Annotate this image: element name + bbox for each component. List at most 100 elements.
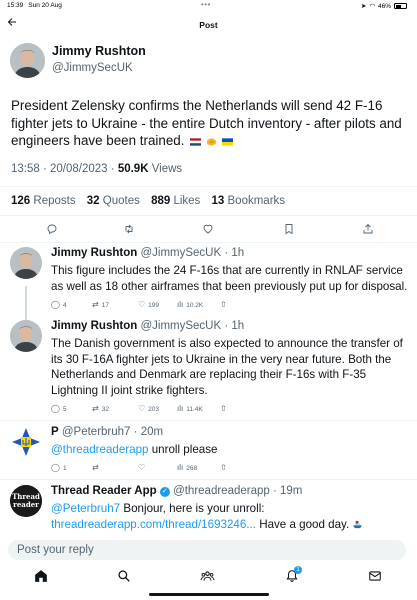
nav-messages[interactable] — [368, 569, 384, 585]
reposts-stat[interactable]: 126 Reposts — [11, 195, 80, 207]
reply-age: 19m — [280, 485, 303, 497]
reply-body-2: Have a good day. — [255, 517, 350, 531]
reply-author-name[interactable]: P — [51, 426, 59, 438]
comment-icon — [47, 224, 57, 235]
reply-item[interactable]: Jimmy Rushton @JimmySecUK · 1h The Danis… — [0, 320, 417, 416]
author-name[interactable]: Jimmy Rushton — [52, 44, 146, 58]
reply-repost-button[interactable]: ⇄ 17 — [92, 300, 109, 309]
multitasking-dots[interactable]: ••• — [201, 0, 211, 9]
reply-age: 20m — [140, 426, 164, 438]
reply-age: 1h — [231, 247, 245, 259]
top-header: Post — [0, 14, 417, 36]
author-handle[interactable]: @JimmySecUK — [52, 62, 133, 74]
reply-comment-button[interactable]: ◯ 5 — [51, 404, 67, 413]
divider — [0, 186, 417, 187]
heart-icon: ♡ — [138, 404, 146, 413]
reply-author-name[interactable]: Jimmy Rushton — [51, 247, 137, 259]
status-time: 15:39 — [7, 2, 24, 9]
search-icon — [118, 570, 130, 582]
mention-link[interactable]: @threadreaderapp — [51, 443, 149, 456]
nav-home[interactable] — [34, 569, 50, 585]
heart-icon: ♡ — [138, 300, 146, 309]
share-button[interactable] — [362, 223, 374, 238]
reply-like-button[interactable]: ♡ 203 — [138, 404, 159, 413]
home-indicator[interactable] — [149, 593, 269, 596]
reply-author-name[interactable]: Jimmy Rushton — [51, 320, 137, 332]
battery-percent: 46% — [377, 2, 391, 10]
reply-share-button[interactable]: ⇧ — [220, 404, 230, 413]
nav-communities[interactable] — [200, 569, 216, 585]
repost-icon: ⇄ — [92, 404, 99, 413]
reply-share-button[interactable]: ⇧ — [220, 300, 230, 309]
home-icon — [35, 570, 47, 582]
reply-actions: ◯ 1 ⇄ ♡ ılı 268 ⇧ — [51, 463, 351, 473]
reply-button[interactable] — [46, 223, 58, 238]
reply-composer[interactable] — [8, 540, 406, 560]
reply-avatar[interactable] — [10, 426, 42, 458]
reply-input[interactable] — [8, 540, 406, 560]
reply-comment-button[interactable]: ◯ 1 — [51, 463, 67, 472]
battery-icon — [394, 3, 407, 9]
notification-badge: 1 — [294, 566, 302, 574]
reply-views-button[interactable]: ılı 10.2K — [177, 300, 203, 309]
reply-like-button[interactable]: ♡ — [138, 463, 148, 472]
views-label: Views — [151, 163, 183, 175]
repost-icon — [125, 224, 133, 234]
quotes-stat[interactable]: 32 Quotes — [87, 195, 144, 207]
nav-search[interactable] — [117, 569, 133, 585]
views-icon: ılı — [177, 300, 184, 309]
reply-author-handle[interactable]: @JimmySecUK — [140, 247, 221, 259]
reply-share-button[interactable]: ⇧ — [220, 463, 230, 472]
netherlands-flag-icon — [190, 138, 202, 147]
reply-body: unroll please — [148, 443, 218, 456]
likes-stat[interactable]: 889 Likes — [151, 195, 204, 207]
divider — [0, 479, 417, 480]
reply-item[interactable]: P @Peterbruh7 · 20m @threadreaderapp unr… — [0, 426, 417, 476]
mention-link[interactable]: @Peterbruh7 — [51, 502, 120, 515]
reply-text: @Peterbruh7 Bonjour, here is your unroll… — [51, 501, 409, 532]
bottom-nav: 1 — [0, 566, 417, 588]
reply-views-button[interactable]: ılı 268 — [177, 463, 197, 472]
nav-notifications[interactable]: 1 — [285, 566, 302, 585]
like-button[interactable] — [202, 223, 214, 238]
reply-header: Jimmy Rushton @JimmySecUK · 1h — [51, 320, 245, 332]
divider — [0, 242, 417, 243]
reply-repost-button[interactable]: ⇄ 32 — [92, 404, 109, 413]
repost-button[interactable] — [123, 223, 135, 238]
share-icon: ⇧ — [220, 463, 227, 472]
reply-item[interactable]: Jimmy Rushton @JimmySecUK · 1h This figu… — [0, 247, 417, 317]
location-icon: ➤ — [360, 3, 367, 10]
bookmarks-stat[interactable]: 13 Bookmarks — [212, 195, 290, 207]
reply-item[interactable]: Thread reader Thread Reader App ✓ @threa… — [0, 485, 417, 535]
status-bar: 15:39 Sun 20 Aug ••• ➤ ◠ 46% — [0, 0, 417, 12]
repost-icon: ⇄ — [92, 463, 99, 472]
reply-repost-button[interactable]: ⇄ — [92, 463, 102, 472]
reply-author-handle[interactable]: @Peterbruh7 — [62, 426, 131, 438]
reply-author-handle[interactable]: @JimmySecUK — [140, 320, 221, 332]
author-avatar[interactable] — [10, 43, 45, 78]
post-date: 20/08/2023 — [50, 163, 108, 175]
reply-avatar[interactable] — [10, 247, 42, 279]
share-icon: ⇧ — [220, 404, 227, 413]
handshake-icon — [206, 138, 217, 146]
avatar-logo-line-2: reader — [13, 500, 39, 509]
reply-like-button[interactable]: ♡ 199 — [138, 300, 159, 309]
reply-actions: ◯ 4 ⇄ 17 ♡ 199 ılı 10.2K ⇧ — [51, 300, 351, 310]
heart-icon: ♡ — [138, 463, 146, 472]
reply-comment-button[interactable]: ◯ 4 — [51, 300, 67, 309]
share-icon: ⇧ — [220, 300, 227, 309]
reply-actions: ◯ 5 ⇄ 32 ♡ 203 ılı 11.4K ⇧ — [51, 404, 351, 414]
unroll-link[interactable]: threadreaderapp.com/thread/1693246... — [51, 518, 256, 531]
ship-icon — [353, 520, 363, 528]
reply-author-handle[interactable]: @threadreaderapp — [173, 485, 270, 497]
bookmark-icon — [285, 224, 293, 235]
reply-author-name[interactable]: Thread Reader App — [51, 485, 157, 497]
verified-badge-icon: ✓ — [159, 487, 170, 497]
reply-avatar[interactable] — [10, 320, 42, 352]
bookmark-button[interactable] — [283, 223, 295, 238]
post-stats: 126 Reposts 32 Quotes 889 Likes 13 Bookm… — [11, 195, 293, 207]
reply-header: Thread Reader App ✓ @threadreaderapp · 1… — [51, 485, 303, 497]
share-icon — [363, 223, 373, 234]
reply-views-button[interactable]: ılı 11.4K — [177, 404, 203, 413]
reply-avatar[interactable]: Thread reader — [10, 485, 42, 517]
